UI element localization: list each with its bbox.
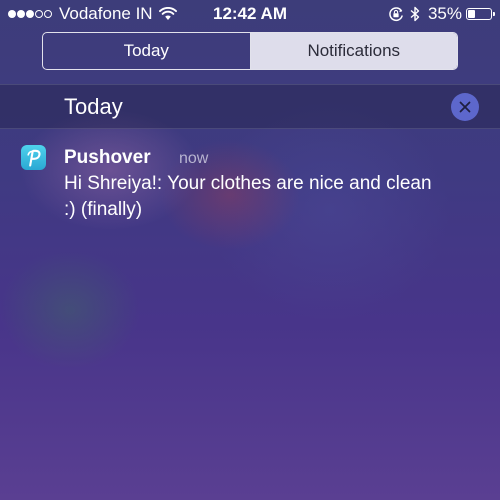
pushover-app-icon: [21, 145, 46, 170]
tab-notifications[interactable]: Notifications: [250, 33, 457, 69]
clear-notifications-button[interactable]: [451, 93, 479, 121]
close-icon: [459, 101, 471, 113]
view-switcher: Today Notifications: [42, 32, 458, 70]
pushover-logo-icon: [27, 149, 41, 167]
section-header-today: Today: [0, 84, 500, 129]
status-right: 35%: [388, 0, 495, 28]
battery-percent: 35%: [427, 4, 462, 23]
battery-level-fill: [468, 10, 476, 18]
bluetooth-icon: [410, 6, 420, 22]
section-title: Today: [64, 94, 123, 119]
orientation-lock-icon: [389, 7, 403, 22]
status-bar: Vodafone IN 12:42 AM 35%: [0, 0, 500, 28]
notification-app-name: Pushover: [64, 147, 151, 168]
notification-time: now: [179, 150, 209, 167]
tab-today[interactable]: Today: [43, 33, 251, 69]
battery-icon: [466, 8, 495, 20]
notification-message: Hi Shreiya!: Your clothes are nice and c…: [64, 173, 432, 220]
